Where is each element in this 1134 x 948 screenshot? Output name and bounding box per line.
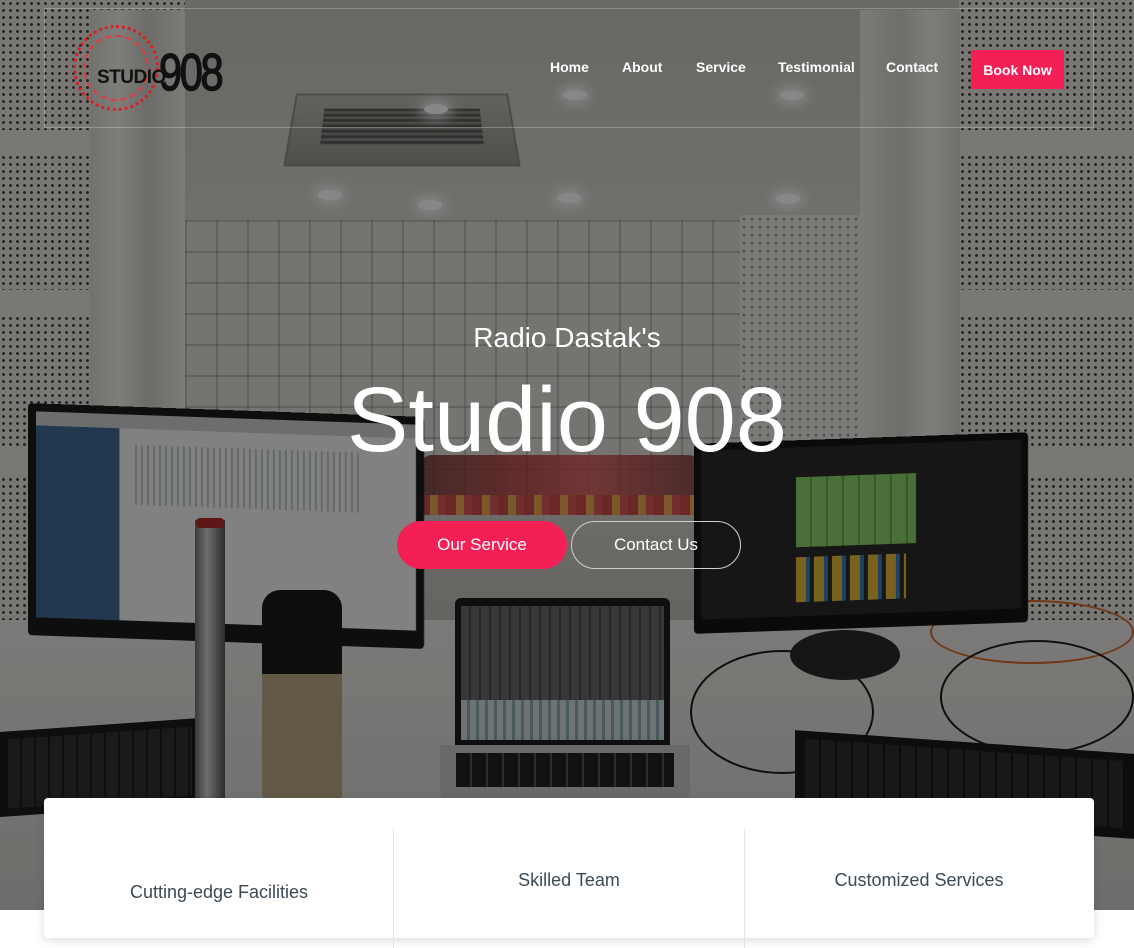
- nav-link-testimonial[interactable]: Testimonial: [778, 59, 855, 75]
- nav-link-about[interactable]: About: [622, 59, 662, 75]
- feature-label: Customized Services: [834, 870, 1004, 890]
- feature-skilled-team: Skilled Team: [394, 798, 744, 938]
- feature-customized-services: Customized Services: [744, 798, 1094, 938]
- logo-number: 908: [158, 43, 224, 103]
- nav-link-service[interactable]: Service: [696, 59, 746, 75]
- feature-label: Cutting-edge Facilities: [129, 882, 309, 902]
- book-now-button[interactable]: Book Now: [971, 50, 1064, 89]
- features-card: Cutting-edge Facilities Skilled Team Cus…: [44, 798, 1094, 948]
- site-logo[interactable]: STUDIO 908: [73, 19, 243, 119]
- hero-title: Studio 908: [347, 369, 787, 471]
- nav-link-home[interactable]: Home: [550, 59, 589, 75]
- feature-cutting-edge-facilities: Cutting-edge Facilities: [44, 798, 394, 938]
- feature-label: Skilled Team: [518, 870, 620, 890]
- navbar: STUDIO 908 Home About Service Testimonia…: [44, 8, 1094, 128]
- our-service-button[interactable]: Our Service: [397, 521, 567, 569]
- logo-word: STUDIO: [97, 67, 166, 88]
- nav-link-contact[interactable]: Contact: [886, 59, 938, 75]
- hero-subtitle: Radio Dastak's: [473, 322, 661, 353]
- contact-us-button[interactable]: Contact Us: [571, 521, 741, 569]
